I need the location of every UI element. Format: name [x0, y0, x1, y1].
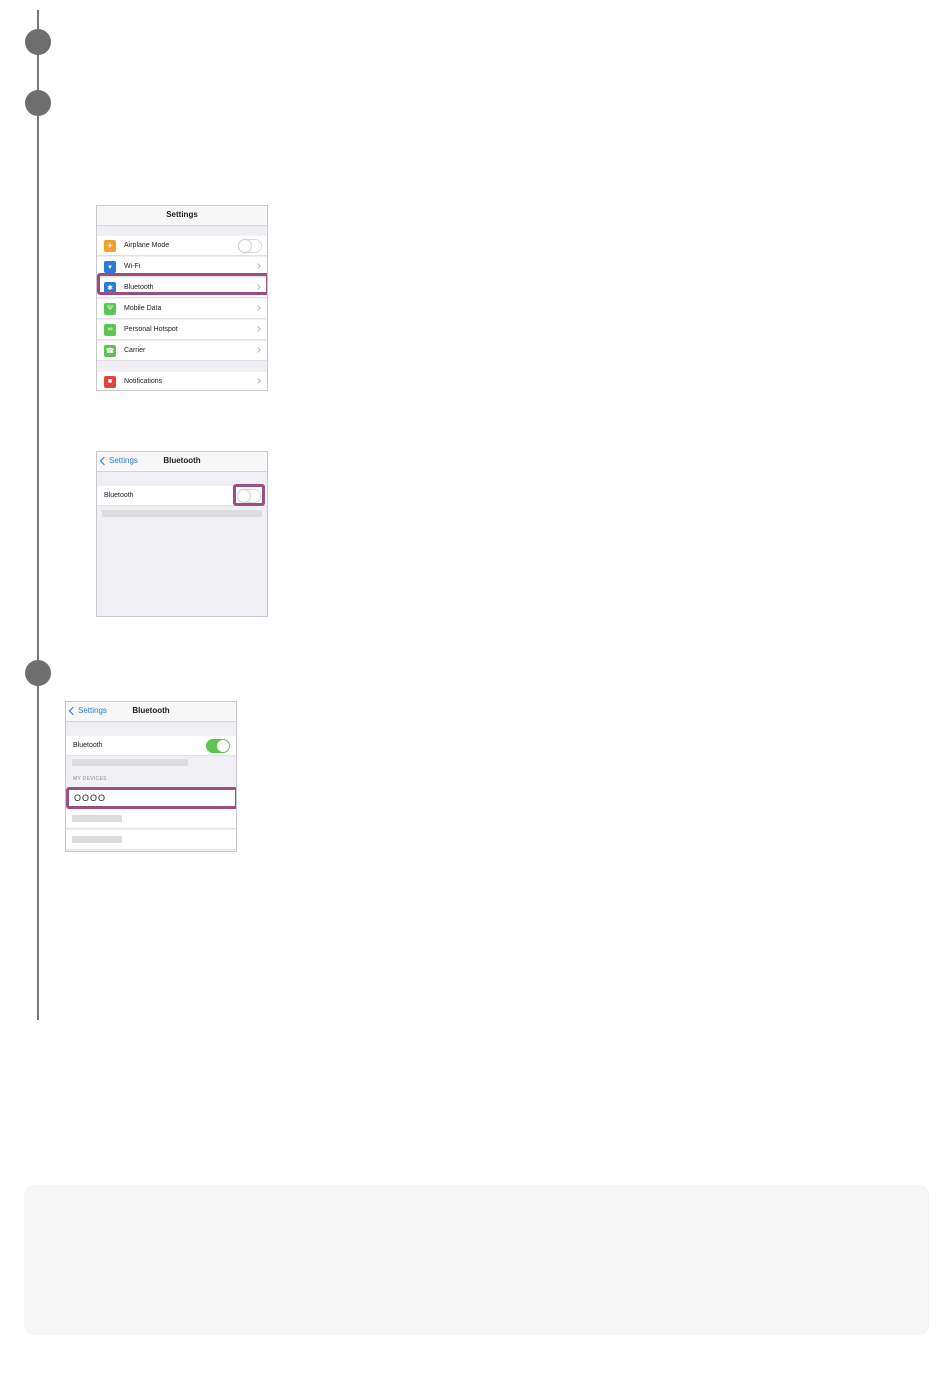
chevron-right-icon [255, 263, 261, 269]
chevron-right-icon [255, 326, 261, 332]
hotspot-icon: ∞ [104, 323, 116, 336]
airplane-icon: ✈ [104, 239, 116, 252]
bluetooth-toggle-highlight [233, 484, 265, 506]
step-marker-3 [25, 660, 51, 686]
settings-row-airplane-mode[interactable]: ✈ Airplane Mode [97, 236, 267, 256]
placeholder-bar [72, 759, 188, 766]
bluetooth-title: Bluetooth [132, 706, 170, 715]
settings-row-notifications[interactable]: ■ Notifications [97, 372, 267, 390]
notifications-icon: ■ [104, 375, 116, 388]
phone-icon: ☎ [104, 344, 116, 357]
placeholder-bar [72, 815, 122, 822]
bluetooth-navbar: Settings Bluetooth [97, 452, 267, 472]
bluetooth-navbar: Settings Bluetooth [66, 702, 236, 722]
step-timeline [37, 10, 39, 1020]
chevron-right-icon [255, 305, 261, 311]
bluetooth-on-screen: Settings Bluetooth Bluetooth MY DEVICES … [65, 701, 237, 852]
device-row-placeholder[interactable] [66, 809, 236, 829]
bluetooth-off-screen: Settings Bluetooth Bluetooth [96, 451, 268, 617]
row-label: Notifications [124, 378, 163, 385]
row-label: Carrier [124, 347, 146, 354]
placeholder-bar [102, 510, 262, 517]
bluetooth-toggle[interactable] [206, 739, 230, 753]
device-row-placeholder[interactable] [66, 830, 236, 850]
settings-screen: Settings ✈ Airplane Mode ▾ Wi-Fi ✱ Bluet… [96, 205, 268, 391]
settings-row-carrier[interactable]: ☎ Carrier [97, 341, 267, 361]
row-label: Bluetooth [104, 492, 134, 499]
settings-row-mobile-data[interactable]: Ψ Mobile Data [97, 299, 267, 319]
settings-title: Settings [166, 210, 198, 219]
bluetooth-toggle-row[interactable]: Bluetooth [66, 736, 236, 756]
chevron-right-icon [255, 378, 261, 384]
row-label: Personal Hotspot [124, 326, 178, 333]
bluetooth-row-highlight [97, 273, 267, 295]
step-marker-1 [25, 29, 51, 55]
airplane-mode-toggle[interactable] [238, 239, 262, 253]
my-devices-header: MY DEVICES [73, 776, 107, 782]
settings-navbar: Settings [97, 206, 267, 226]
antenna-icon: Ψ [104, 302, 116, 315]
bluetooth-title: Bluetooth [163, 456, 201, 465]
settings-row-personal-hotspot[interactable]: ∞ Personal Hotspot [97, 320, 267, 340]
wifi-icon: ▾ [104, 260, 116, 273]
note-box [24, 1185, 929, 1335]
row-label: Mobile Data [124, 305, 162, 312]
chevron-right-icon [255, 347, 261, 353]
row-label: Bluetooth [73, 742, 103, 749]
device-row-highlight [66, 787, 236, 809]
step-marker-2 [25, 90, 51, 116]
row-label: Airplane Mode [124, 242, 170, 249]
placeholder-bar [72, 836, 122, 843]
row-label: Wi-Fi [124, 263, 141, 270]
